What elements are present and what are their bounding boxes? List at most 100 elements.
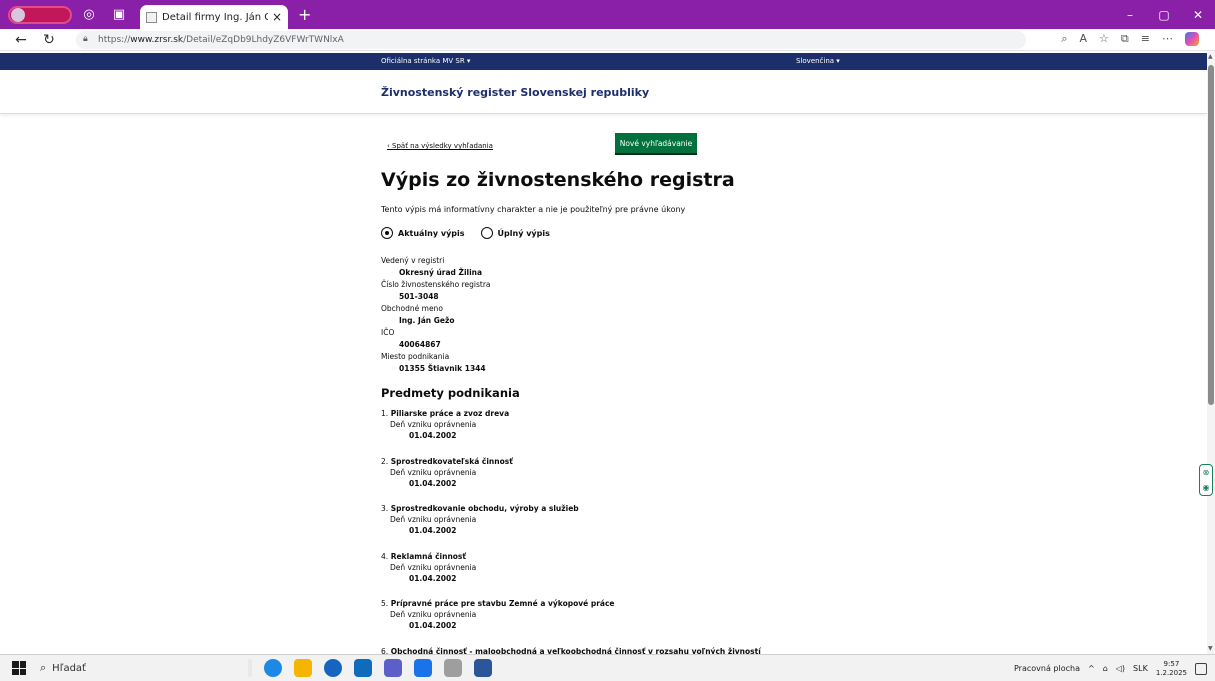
- radio-checked-icon: [381, 227, 393, 239]
- field-label: Číslo živnostenského registra: [381, 280, 491, 289]
- clock[interactable]: 9:57 1.2.2025: [1156, 660, 1187, 678]
- subject-name: Piliarske práce a zvoz dreva: [390, 409, 510, 418]
- back-arrow-icon[interactable]: ←: [12, 31, 30, 49]
- task-view-icon[interactable]: [248, 659, 252, 677]
- workspaces-icon[interactable]: ◎: [76, 2, 102, 28]
- field-value: 40064867: [399, 340, 441, 349]
- browser-tab-bar: ◎ ▣ Detail firmy Ing. Ján Gežo - Živno ×…: [0, 0, 1215, 29]
- copilot-icon[interactable]: [1185, 32, 1199, 46]
- subject-name: Sprostredkovateľská činnosť: [390, 456, 513, 466]
- company-fields: Vedený v registri Okresný úrad Žilina Čí…: [381, 255, 491, 375]
- list-item: 3. Sprostredkovanie obchodu, výroby a sl…: [381, 503, 1141, 551]
- edge-app-icon[interactable]: [264, 659, 282, 677]
- lock-icon: 🔒︎: [83, 34, 88, 44]
- page-scrollbar[interactable]: ▲ ▼: [1207, 51, 1215, 654]
- subjects-list: 1. Piliarske práce a zvoz dreva Deň vzni…: [381, 408, 1141, 681]
- target-circle-icon[interactable]: ◉: [1203, 483, 1210, 492]
- tab-close-icon[interactable]: ×: [272, 10, 282, 24]
- subject-name: Prípravné práce pre stavbu Zemné a výkop…: [390, 599, 615, 609]
- field-value: Ing. Ján Gežo: [399, 316, 455, 325]
- app-icon[interactable]: [414, 659, 432, 677]
- split-screen-icon[interactable]: ⧉: [1121, 32, 1129, 46]
- browser-app-icon[interactable]: [324, 659, 342, 677]
- taskbar-search-text: Hľadať: [52, 662, 86, 674]
- language-dropdown[interactable]: Slovenčina ▾: [796, 57, 840, 65]
- tab-title: Detail firmy Ing. Ján Gežo - Živno: [162, 11, 268, 23]
- back-to-results-link[interactable]: ‹ Späť na výsledky vyhľadania: [387, 142, 493, 150]
- favorite-star-icon[interactable]: ☆: [1099, 32, 1109, 46]
- side-widget[interactable]: ⊗ ◉: [1199, 464, 1213, 496]
- official-site-band: Oficiálna stránka MV SR ▾ Slovenčina ▾: [0, 53, 1207, 70]
- file-explorer-icon[interactable]: [294, 659, 312, 677]
- clock-date: 1.2.2025: [1155, 668, 1187, 677]
- list-item: 1. Piliarske práce a zvoz dreva Deň vzni…: [381, 408, 1141, 456]
- outlook-icon[interactable]: [354, 659, 372, 677]
- windows-start-icon[interactable]: [12, 661, 26, 675]
- list-item: 5. Prípravné práce pre stavbu Zemné a vý…: [381, 598, 1141, 646]
- windows-taskbar: ⌕ Hľadať Pracovná plocha ^ ⌂ ◁) SLK 9:57…: [0, 654, 1215, 681]
- radio-full-extract[interactable]: Úplný výpis: [480, 227, 550, 239]
- maximize-button[interactable]: ▢: [1147, 0, 1181, 29]
- notifications-icon[interactable]: [1195, 662, 1207, 675]
- desktop-label[interactable]: Pracovná plocha: [1014, 664, 1080, 673]
- field-value: 01355 Štiavnik 1344: [399, 364, 486, 373]
- subject-date-label: Deň vzniku oprávnenia: [390, 562, 477, 572]
- search-icon: ⌕: [40, 661, 47, 674]
- favorites-list-icon[interactable]: ≡: [1141, 32, 1150, 46]
- subject-date: 01.04.2002: [409, 431, 457, 440]
- subject-date: 01.04.2002: [409, 621, 457, 631]
- radio-current-extract[interactable]: Aktuálny výpis: [381, 227, 465, 239]
- read-aloud-icon[interactable]: A: [1080, 32, 1088, 46]
- calculator-icon[interactable]: [444, 659, 462, 677]
- more-menu-icon[interactable]: ⋯: [1162, 32, 1173, 46]
- page-favicon-icon: [146, 11, 157, 23]
- subject-date: 01.04.2002: [409, 573, 457, 583]
- url-field[interactable]: 🔒︎ https://www.zrsr.sk/Detail/eZqDb9Lhdy…: [76, 31, 1026, 49]
- profile-button[interactable]: [8, 5, 72, 24]
- close-window-button[interactable]: ✕: [1181, 0, 1215, 29]
- subject-date: 01.04.2002: [409, 478, 457, 488]
- language-indicator[interactable]: SLK: [1133, 664, 1148, 673]
- address-bar: ← ↻ 🔒︎ https://www.zrsr.sk/Detail/eZqDb9…: [0, 29, 1215, 51]
- tray-chevron-icon[interactable]: ^: [1088, 664, 1095, 673]
- list-item: 2. Sprostredkovateľská činnosť Deň vznik…: [381, 456, 1141, 504]
- avatar: [11, 7, 25, 22]
- subject-date: 01.04.2002: [409, 526, 457, 536]
- url-host: www.zrsr.sk: [130, 35, 184, 45]
- refresh-icon[interactable]: ↻: [40, 31, 58, 49]
- teams-icon[interactable]: [384, 659, 402, 677]
- page-title: Výpis zo živnostenského registra: [381, 169, 735, 191]
- new-tab-button[interactable]: +: [298, 5, 311, 24]
- list-item: 4. Reklamná činnosť Deň vzniku oprávneni…: [381, 551, 1141, 599]
- scroll-down-icon[interactable]: ▼: [1208, 645, 1213, 652]
- field-label: Miesto podnikania: [381, 352, 450, 361]
- subject-name: Sprostredkovanie obchodu, výroby a služi…: [390, 504, 579, 514]
- clock-time: 9:57: [1163, 659, 1180, 668]
- field-value: 501-3048: [399, 292, 439, 301]
- url-path: /Detail/eZqDb9LhdyZ6VFWrTWNlxA: [183, 35, 344, 45]
- zoom-icon[interactable]: ⌕: [1061, 32, 1067, 46]
- scrollbar-thumb[interactable]: [1208, 65, 1214, 405]
- close-circle-icon[interactable]: ⊗: [1203, 468, 1210, 477]
- subject-date-label: Deň vzniku oprávnenia: [390, 515, 477, 525]
- info-notice: Tento výpis má informatívny charakter a …: [381, 205, 686, 214]
- extract-type-radios: Aktuálny výpis Úplný výpis: [381, 227, 566, 239]
- scroll-up-icon[interactable]: ▲: [1208, 53, 1213, 60]
- site-name-link[interactable]: Živnostenský register Slovenskej republi…: [381, 86, 649, 99]
- volume-icon[interactable]: ◁): [1116, 664, 1125, 673]
- browser-tab-active[interactable]: Detail firmy Ing. Ján Gežo - Živno ×: [140, 5, 288, 29]
- radio-unchecked-icon: [480, 227, 493, 239]
- new-search-button[interactable]: Nové vyhľadávanie: [615, 133, 697, 153]
- field-label: IČO: [381, 328, 395, 337]
- system-tray: Pracovná plocha ^ ⌂ ◁) SLK 9:57 1.2.2025: [1014, 655, 1207, 681]
- word-icon[interactable]: [474, 659, 492, 677]
- minimize-button[interactable]: –: [1113, 0, 1147, 29]
- taskbar-search[interactable]: ⌕ Hľadať: [40, 661, 200, 675]
- tab-actions-icon[interactable]: ▣: [106, 2, 132, 28]
- subject-date-label: Deň vzniku oprávnenia: [390, 467, 477, 477]
- subjects-heading: Predmety podnikania: [381, 386, 520, 400]
- official-site-dropdown[interactable]: Oficiálna stránka MV SR ▾: [381, 57, 470, 65]
- field-label: Vedený v registri: [381, 256, 445, 265]
- network-icon[interactable]: ⌂: [1103, 664, 1108, 673]
- url-prefix: https://: [98, 35, 131, 45]
